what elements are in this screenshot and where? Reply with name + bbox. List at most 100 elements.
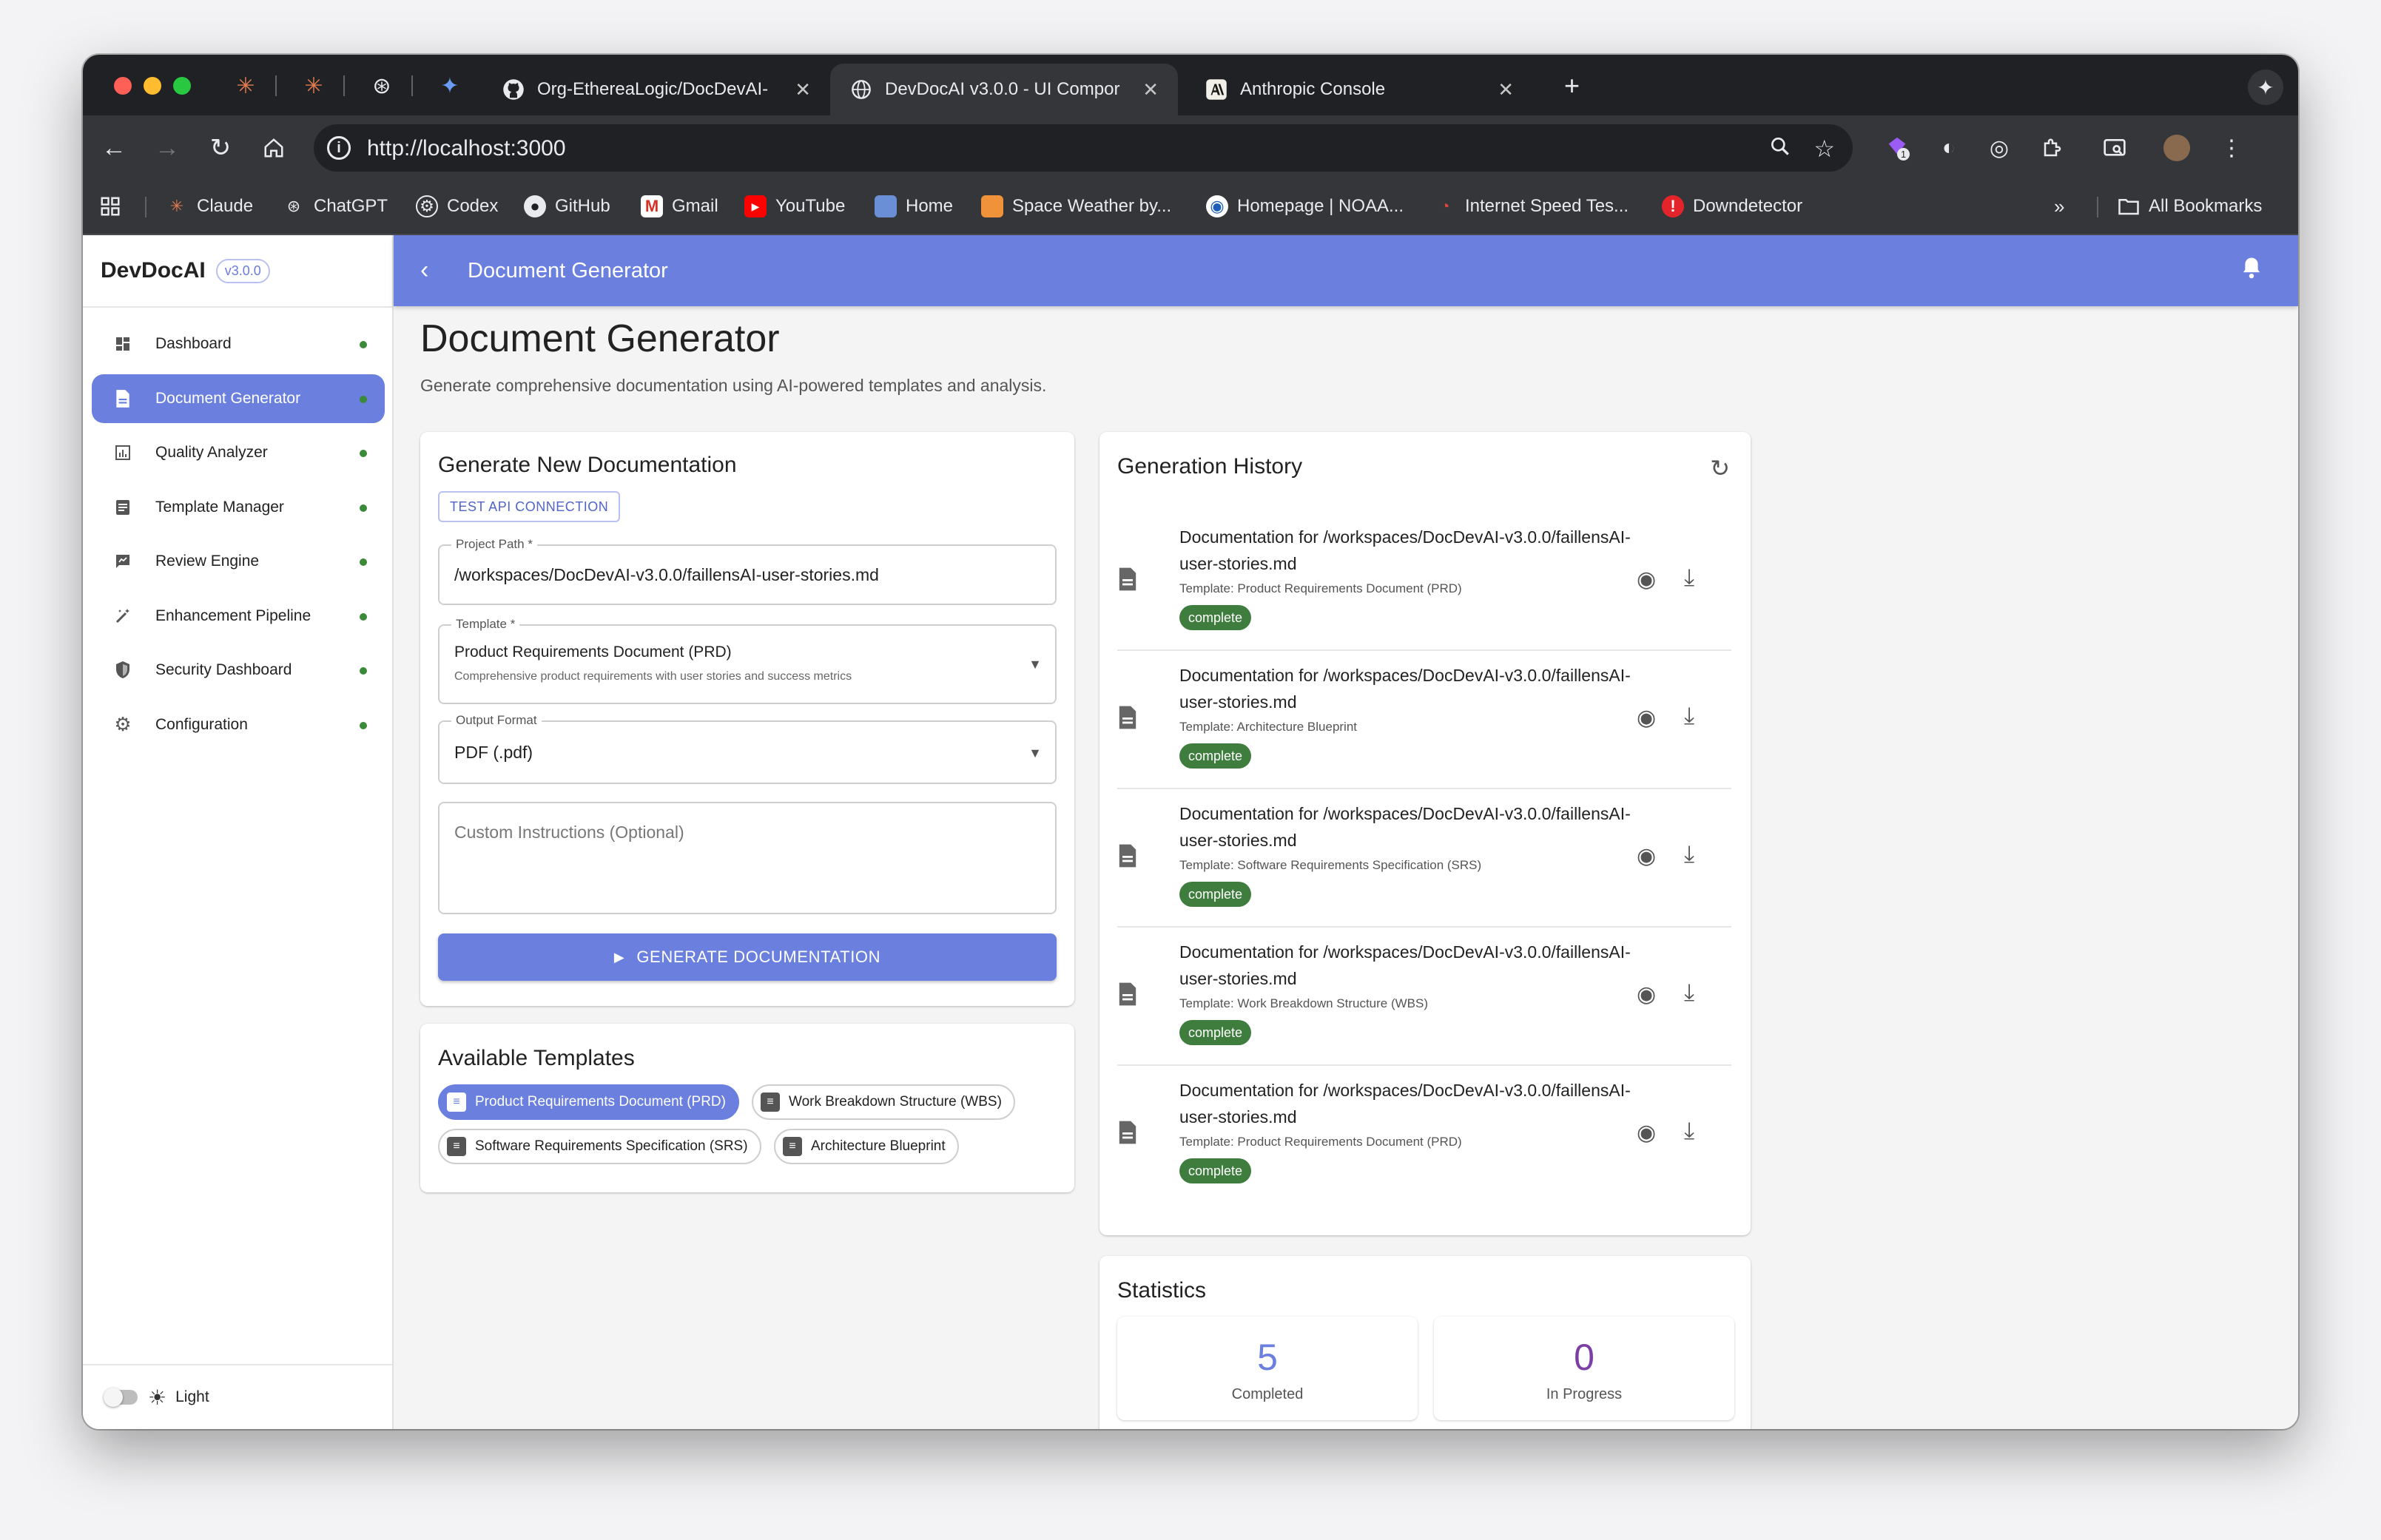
extension-icon[interactable]: 1	[1881, 132, 1913, 164]
maximize-window-button[interactable]	[173, 77, 191, 95]
back-arrow-icon[interactable]: ←	[99, 133, 129, 163]
close-tab-icon[interactable]: ✕	[795, 78, 811, 101]
history-item[interactable]: Documentation for /workspaces/DocDevAI-v…	[1117, 790, 1731, 928]
sidebar-item-label: Enhancement Pipeline	[155, 607, 311, 624]
preview-eye-icon[interactable]: ◉	[1637, 705, 1656, 731]
zoom-icon[interactable]	[1768, 135, 1792, 164]
bookmark-label: Downdetector	[1693, 196, 1803, 216]
download-icon[interactable]: ⤓	[1684, 1117, 1694, 1145]
browser-menu-icon[interactable]: ⋮	[2215, 132, 2248, 164]
generate-documentation-button[interactable]: ▶ GENERATE DOCUMENTATION	[438, 933, 1057, 981]
close-tab-icon[interactable]: ✕	[1498, 78, 1514, 101]
template-chip-wbs[interactable]: ≡ Work Breakdown Structure (WBS)	[752, 1084, 1015, 1120]
chevron-left-icon[interactable]: ‹	[420, 256, 428, 285]
bookmark-chatgpt[interactable]: ⊛ ChatGPT	[283, 195, 388, 217]
download-icon[interactable]: ⤓	[1684, 564, 1694, 592]
history-item[interactable]: Documentation for /workspaces/DocDevAI-v…	[1117, 1067, 1731, 1204]
tab-github[interactable]: Org-EthereaLogic/DocDevAI- ✕	[482, 64, 830, 115]
bell-icon[interactable]	[2240, 256, 2263, 286]
bookmark-star-icon[interactable]: ☆	[1813, 135, 1835, 163]
sidebar: DevDocAI v3.0.0 Dashboard Document Gener…	[83, 235, 394, 1429]
template-select[interactable]: Template * Product Requirements Document…	[438, 617, 1057, 704]
bookmark-speedtest[interactable]: ◔ Internet Speed Tes...	[1434, 195, 1629, 217]
sidebar-item-quality-analyzer[interactable]: Quality Analyzer	[92, 428, 385, 477]
download-icon[interactable]: ⤓	[1684, 702, 1694, 730]
preview-eye-icon[interactable]: ◉	[1637, 1120, 1656, 1146]
more-bookmarks-icon[interactable]: »	[2054, 195, 2064, 218]
anthropic-icon	[1205, 78, 1228, 101]
bookmark-home[interactable]: Home	[875, 195, 953, 217]
sidebar-item-document-generator[interactable]: Document Generator	[92, 374, 385, 423]
all-bookmarks[interactable]: All Bookmarks	[2118, 195, 2262, 217]
sidebar-item-configuration[interactable]: ⚙ Configuration	[92, 700, 385, 749]
minimize-window-button[interactable]	[144, 77, 161, 95]
tab-devdocai[interactable]: DevDocAI v3.0.0 - UI Compor ✕	[830, 64, 1178, 115]
template-chip-architecture[interactable]: ≡ Architecture Blueprint	[774, 1129, 959, 1164]
spy-extension-icon[interactable]: ◎	[1983, 132, 2015, 164]
address-bar[interactable]: i http://localhost:3000 ☆	[314, 124, 1853, 172]
close-window-button[interactable]	[114, 77, 132, 95]
refresh-icon[interactable]: ↻	[1710, 454, 1730, 482]
sidebar-item-dashboard[interactable]: Dashboard	[92, 320, 385, 368]
youtube-icon: ▶	[744, 195, 767, 217]
preview-eye-icon[interactable]: ◉	[1637, 843, 1656, 869]
gemini-sparkle-icon[interactable]: ✦	[2248, 70, 2283, 105]
history-item[interactable]: Documentation for /workspaces/DocDevAI-v…	[1117, 652, 1731, 789]
space-weather-icon	[981, 195, 1003, 217]
bookmark-noaa[interactable]: ◉ Homepage | NOAA...	[1206, 195, 1404, 217]
history-item[interactable]: Documentation for /workspaces/DocDevAI-v…	[1117, 513, 1731, 651]
pinned-tab-chatgpt[interactable]: ⊛	[367, 71, 397, 101]
reload-icon[interactable]: ↻	[206, 133, 235, 163]
tab-strip: ✳ ✳ ⊛ ✦ Org-EthereaLogic/DocDevAI- ✕ Dev…	[83, 55, 2298, 115]
bookmark-label: Internet Speed Tes...	[1465, 196, 1629, 216]
test-api-connection-button[interactable]: TEST API CONNECTION	[438, 491, 621, 522]
bookmark-separator	[2097, 197, 2098, 217]
card-title: Generate New Documentation	[438, 453, 737, 477]
bookmark-github[interactable]: ● GitHub	[524, 195, 610, 217]
statistics-card: Statistics 5 Completed 0 In Progress	[1099, 1256, 1751, 1429]
tab-search-icon[interactable]	[2098, 132, 2131, 164]
download-icon[interactable]: ⤓	[1684, 979, 1694, 1007]
bookmark-downdetector[interactable]: ! Downdetector	[1662, 195, 1802, 217]
bookmark-codex[interactable]: ⚙ Codex	[416, 195, 498, 217]
document-icon	[1117, 843, 1142, 871]
bookmark-claude[interactable]: ✳ Claude	[166, 195, 253, 217]
pinned-tab-claude[interactable]: ✳	[299, 71, 329, 101]
generate-card: Generate New Documentation TEST API CONN…	[420, 432, 1074, 1006]
stat-value: 5	[1257, 1337, 1278, 1378]
sidebar-item-review-engine[interactable]: Review Engine	[92, 537, 385, 586]
template-chip-srs[interactable]: ≡ Software Requirements Specification (S…	[438, 1129, 761, 1164]
profile-avatar[interactable]	[2161, 132, 2193, 164]
preview-eye-icon[interactable]: ◉	[1637, 982, 1656, 1007]
puzzle-extensions-icon[interactable]	[2036, 132, 2069, 164]
bookmark-space-weather[interactable]: Space Weather by...	[981, 195, 1171, 217]
noaa-icon: ◉	[1206, 195, 1228, 217]
new-tab-button[interactable]: +	[1564, 71, 1580, 101]
sidebar-item-template-manager[interactable]: Template Manager	[92, 483, 385, 532]
document-icon	[1117, 1120, 1142, 1148]
custom-instructions-textarea[interactable]: Custom Instructions (Optional)	[438, 802, 1057, 914]
history-item[interactable]: Documentation for /workspaces/DocDevAI-v…	[1117, 928, 1731, 1066]
sidebar-item-enhancement-pipeline[interactable]: Enhancement Pipeline	[92, 592, 385, 641]
home-icon[interactable]	[259, 133, 289, 163]
pinned-tab-gemini[interactable]: ✦	[435, 71, 465, 101]
close-tab-icon[interactable]: ✕	[1142, 78, 1159, 101]
privacy-extension-icon[interactable]: ◐	[1933, 132, 1965, 164]
github-icon: ●	[524, 195, 546, 217]
bookmark-youtube[interactable]: ▶ YouTube	[744, 195, 845, 217]
sidebar-item-security-dashboard[interactable]: Security Dashboard	[92, 646, 385, 695]
apps-grid-icon[interactable]	[99, 195, 121, 217]
template-chip-prd[interactable]: ≡ Product Requirements Document (PRD)	[438, 1084, 739, 1120]
bookmark-gmail[interactable]: M Gmail	[641, 195, 718, 217]
shield-icon	[112, 660, 133, 680]
preview-eye-icon[interactable]: ◉	[1637, 567, 1656, 592]
site-info-icon[interactable]: i	[327, 136, 351, 160]
sidebar-item-label: Review Engine	[155, 553, 260, 570]
project-path-field[interactable]: Project Path * /workspaces/DocDevAI-v3.0…	[438, 537, 1057, 605]
pinned-tab-claude[interactable]: ✳	[231, 71, 260, 101]
theme-toggle[interactable]	[104, 1388, 138, 1407]
forward-arrow-icon[interactable]: →	[152, 133, 182, 163]
tab-anthropic-console[interactable]: Anthropic Console ✕	[1185, 64, 1533, 115]
output-format-select[interactable]: Output Format PDF (.pdf) ▼	[438, 713, 1057, 784]
download-icon[interactable]: ⤓	[1684, 840, 1694, 868]
